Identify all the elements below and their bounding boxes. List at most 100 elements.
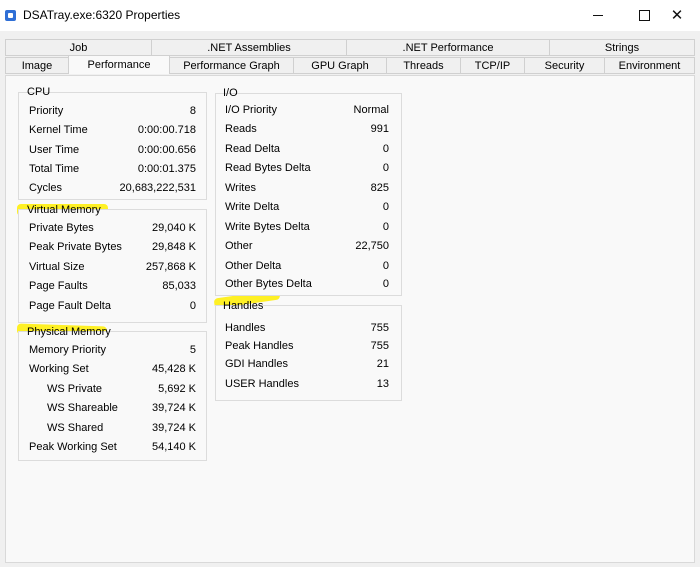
cpu-label: Kernel Time (29, 124, 88, 136)
virtual-memory-label: Peak Private Bytes (29, 241, 122, 253)
virtual-memory-value: 257,868 K (145, 261, 196, 273)
cpu-value: 0:00:00.656 (137, 144, 196, 156)
tab-strings[interactable]: Strings (549, 39, 695, 56)
physical-memory-label: Memory Priority (29, 344, 107, 356)
io-label: Write Bytes Delta (225, 221, 310, 233)
physical-memory-label: Working Set (29, 363, 89, 375)
physical-memory-value: 39,724 K (151, 422, 196, 434)
tab-security[interactable]: Security (524, 57, 605, 74)
handles-label: GDI Handles (225, 358, 288, 370)
handles-group: Handles Handles 755 Peak Handles 755 GDI… (215, 300, 402, 401)
virtual-memory-label: Page Faults (29, 280, 88, 292)
cpu-row: Priority 8 (19, 105, 206, 121)
virtual-memory-row: Virtual Size 257,868 K (19, 261, 206, 277)
tab-performance-graph[interactable]: Performance Graph (169, 57, 294, 74)
handles-group-title: Handles (223, 300, 264, 312)
io-row: Other 22,750 (216, 240, 401, 256)
close-button[interactable]: ✕ (654, 0, 700, 31)
io-label: Write Delta (225, 201, 280, 213)
io-label: Writes (225, 182, 256, 194)
io-label: Other Delta (225, 260, 282, 272)
physical-memory-row: Working Set 45,428 K (19, 363, 206, 379)
physical-memory-row: Memory Priority 5 (19, 344, 206, 360)
virtual-memory-row: Page Fault Delta 0 (19, 300, 206, 316)
virtual-memory-label: Virtual Size (29, 261, 85, 273)
physical-memory-group: Physical Memory Memory Priority 5 Workin… (18, 326, 207, 461)
window-title: DSATray.exe:6320 Properties (23, 8, 181, 22)
physical-memory-label: WS Private (47, 383, 103, 395)
cpu-row: Cycles 20,683,222,531 (19, 182, 206, 198)
virtual-memory-value: 29,848 K (151, 241, 196, 253)
virtual-memory-row: Peak Private Bytes 29,848 K (19, 241, 206, 257)
io-value: 991 (370, 123, 389, 135)
close-icon: ✕ (670, 7, 684, 24)
handles-row: GDI Handles 21 (216, 358, 401, 374)
tab-job[interactable]: Job (5, 39, 152, 56)
physical-memory-value: 5,692 K (158, 383, 196, 395)
io-row: Writes 825 (216, 182, 401, 198)
io-label: Read Delta (225, 143, 281, 155)
cpu-label: Priority (29, 105, 64, 117)
tab-performance[interactable]: Performance (68, 55, 170, 74)
io-row: Write Bytes Delta 0 (216, 221, 401, 237)
physical-memory-row: WS Shared 39,724 K (19, 422, 206, 438)
cpu-row: Total Time 0:00:01.375 (19, 163, 206, 179)
physical-memory-label: Peak Working Set (29, 441, 117, 453)
handles-label: USER Handles (225, 378, 299, 390)
handles-label: Peak Handles (225, 340, 294, 352)
io-row: Other Delta 0 (216, 260, 401, 276)
io-value: Normal (353, 104, 389, 116)
cpu-value: 8 (189, 105, 196, 117)
io-label: Other Bytes Delta (225, 278, 312, 290)
physical-memory-value: 39,724 K (151, 402, 196, 414)
cpu-value: 0:00:00.718 (137, 124, 196, 136)
tab-net-performance[interactable]: .NET Performance (346, 39, 550, 56)
io-value: 0 (382, 201, 389, 213)
io-value: 0 (382, 278, 389, 290)
handles-value: 755 (370, 322, 389, 334)
virtual-memory-group-title: Virtual Memory (27, 204, 101, 216)
minimize-button[interactable] (575, 0, 621, 31)
io-group: I/O I/O Priority Normal Reads 991 Read D… (215, 87, 402, 296)
io-row: Read Delta 0 (216, 143, 401, 159)
io-value: 825 (370, 182, 389, 194)
tab-environment[interactable]: Environment (604, 57, 695, 74)
handles-value: 21 (376, 358, 389, 370)
handles-row: USER Handles 13 (216, 378, 401, 394)
virtual-memory-value: 85,033 (162, 280, 196, 292)
virtual-memory-value: 0 (189, 300, 196, 312)
physical-memory-label: WS Shareable (47, 402, 118, 414)
tab-gpu-graph[interactable]: GPU Graph (293, 57, 387, 74)
handles-row: Peak Handles 755 (216, 340, 401, 356)
io-label: Reads (225, 123, 257, 135)
io-value: 0 (382, 260, 389, 272)
io-label: Other (225, 240, 253, 252)
io-value: 0 (382, 143, 389, 155)
handles-value: 13 (376, 378, 389, 390)
tab-image[interactable]: Image (5, 57, 69, 74)
physical-memory-value: 54,140 K (151, 441, 196, 453)
io-label: Read Bytes Delta (225, 162, 311, 174)
io-row: I/O Priority Normal (216, 104, 401, 120)
title-bar: DSATray.exe:6320 Properties ✕ (0, 0, 700, 31)
cpu-group: CPU Priority 8 Kernel Time 0:00:00.718 U… (18, 86, 207, 200)
virtual-memory-value: 29,040 K (151, 222, 196, 234)
io-value: 0 (382, 221, 389, 233)
io-row: Other Bytes Delta 0 (216, 278, 401, 294)
virtual-memory-row: Page Faults 85,033 (19, 280, 206, 296)
maximize-icon (638, 10, 650, 21)
physical-memory-group-title: Physical Memory (27, 326, 111, 338)
physical-memory-value: 5 (189, 344, 196, 356)
io-value: 0 (382, 162, 389, 174)
io-row: Write Delta 0 (216, 201, 401, 217)
tab-net-assemblies[interactable]: .NET Assemblies (151, 39, 347, 56)
handles-label: Handles (225, 322, 266, 334)
cpu-label: Cycles (29, 182, 63, 194)
physical-memory-value: 45,428 K (151, 363, 196, 375)
cpu-value: 20,683,222,531 (119, 182, 196, 194)
tab-threads[interactable]: Threads (386, 57, 461, 74)
physical-memory-row: WS Shareable 39,724 K (19, 402, 206, 418)
cpu-label: User Time (29, 144, 80, 156)
tab-tcp-ip[interactable]: TCP/IP (460, 57, 525, 74)
cpu-group-title: CPU (27, 86, 51, 98)
